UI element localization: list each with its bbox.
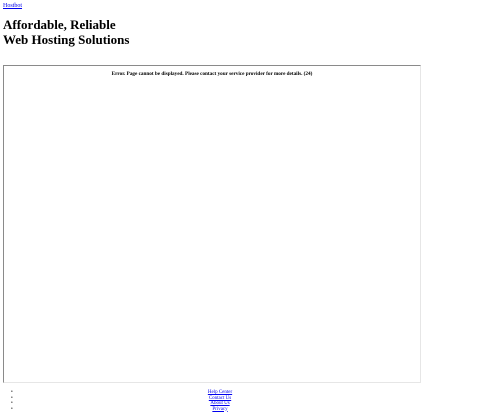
help-center-link[interactable]: Help Center: [208, 390, 232, 395]
tagline: Affordable, Reliable Web Hosting Solutio…: [3, 17, 129, 47]
content-frame: Error. Page cannot be displayed. Please …: [3, 65, 421, 383]
footer-link-item: • Privacy: [0, 407, 440, 413]
logo-link[interactable]: Hostbot: [3, 3, 22, 9]
tagline-line-2: Web Hosting Solutions: [3, 32, 130, 47]
footer-links: • Help Center • Contact Us • About Us • Priv…: [0, 390, 440, 412]
about-us-link[interactable]: About Us: [210, 401, 229, 406]
bullet-icon: •: [11, 406, 13, 412]
error-message: Error. Page cannot be displayed. Please …: [111, 71, 313, 77]
tagline-line-1: Affordable, Reliable: [3, 17, 116, 32]
privacy-link[interactable]: Privacy: [212, 407, 227, 412]
footer-link-list: • Help Center • Contact Us • About Us • Priv…: [0, 390, 440, 412]
contact-us-link[interactable]: Contact Us: [209, 396, 231, 401]
